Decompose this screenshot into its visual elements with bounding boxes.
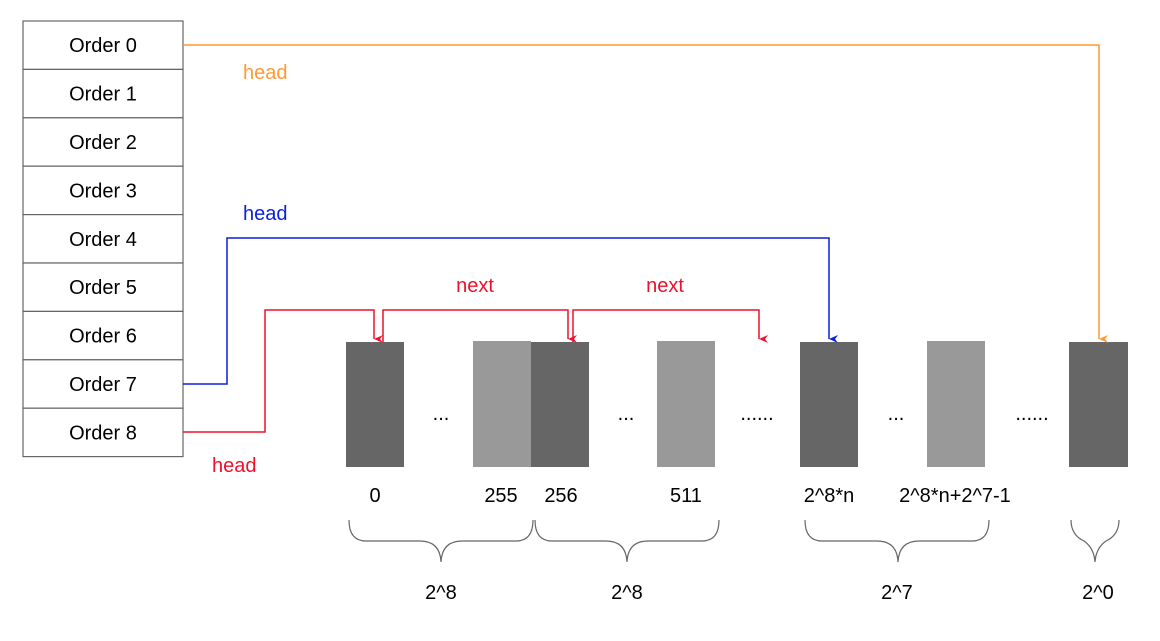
- block-2^8n-end: [927, 341, 985, 467]
- block-0: [346, 342, 404, 467]
- next-arrow-2: [572, 309, 768, 343]
- brace: [804, 519, 990, 563]
- block-last: [1069, 342, 1128, 467]
- index-label: 256: [544, 485, 577, 507]
- index-label: 255: [484, 485, 517, 507]
- order-label: Order 1: [69, 84, 137, 106]
- order-label: Order 3: [69, 180, 137, 202]
- order8-head-arrow: [183, 309, 383, 433]
- ellipsis: ...: [618, 403, 635, 425]
- order0-head-arrow: [183, 44, 1108, 343]
- brace: [348, 519, 534, 563]
- brace-label: 2^8: [425, 582, 457, 604]
- next-arrow-1: [382, 309, 577, 343]
- order7-head-label: head: [243, 203, 288, 225]
- order8-head-label: head: [212, 455, 257, 477]
- brace: [1070, 519, 1120, 563]
- braces: [348, 519, 1120, 563]
- index-label: 0: [369, 485, 380, 507]
- order-label: Order 0: [69, 35, 137, 57]
- order-label: Order 2: [69, 132, 137, 154]
- brace-label: 2^0: [1082, 582, 1114, 604]
- next-label-2: next: [646, 275, 684, 297]
- block-256: [531, 342, 589, 467]
- order-label: Order 4: [69, 229, 137, 251]
- order-label: Order 7: [69, 374, 137, 396]
- ellipsis: ......: [1015, 403, 1048, 425]
- brace-label: 2^8: [611, 582, 643, 604]
- buddy-allocator-diagram: Order 0 Order 1 Order 2 Order 3 Order 4 Order…: [22, 20, 1128, 604]
- next-label-1: next: [456, 275, 494, 297]
- order-table: Order 0 Order 1 Order 2 Order 3 Order 4 Order…: [22, 20, 184, 458]
- index-label: 511: [670, 485, 702, 507]
- index-label: 2^8*n+2^7-1: [899, 485, 1011, 507]
- order0-head-label: head: [243, 62, 288, 84]
- brace: [534, 519, 720, 563]
- index-label: 2^8*n: [804, 485, 855, 507]
- memory-blocks: [346, 341, 1128, 467]
- brace-label: 2^7: [881, 582, 913, 604]
- ellipsis: ...: [433, 403, 450, 425]
- block-511: [657, 341, 715, 467]
- block-2^8n: [800, 342, 858, 467]
- ellipsis: ......: [740, 403, 773, 425]
- ellipsis: ...: [888, 403, 905, 425]
- order-label: Order 8: [69, 422, 137, 444]
- order-label: Order 5: [69, 277, 137, 299]
- block-255: [473, 341, 531, 467]
- order-label: Order 6: [69, 326, 137, 348]
